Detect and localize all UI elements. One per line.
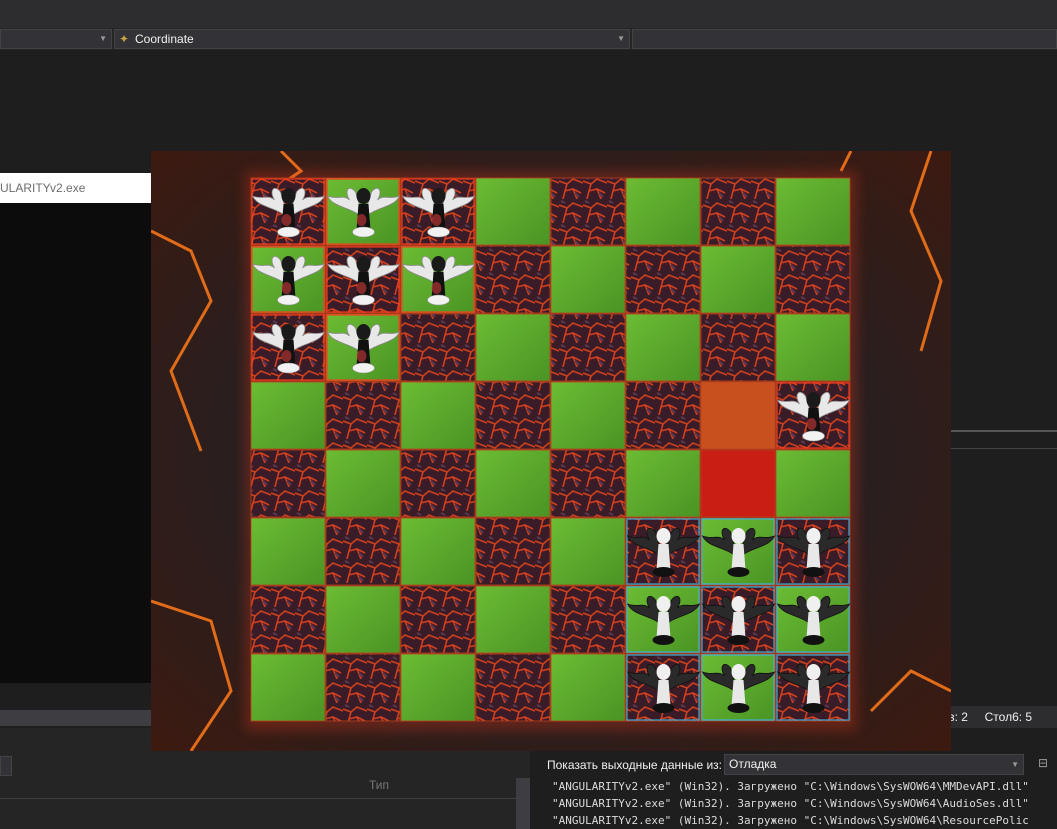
board-square[interactable] — [550, 245, 626, 314]
board-square[interactable] — [700, 177, 776, 246]
board-square[interactable] — [400, 653, 476, 722]
board-square[interactable] — [775, 449, 851, 518]
board-square[interactable] — [250, 381, 326, 450]
chevron-down-icon: ▼ — [1011, 760, 1019, 769]
board-square[interactable] — [625, 177, 701, 246]
board-square[interactable] — [400, 517, 476, 586]
board-square[interactable] — [775, 313, 851, 382]
board-square[interactable] — [250, 585, 326, 654]
board-square[interactable] — [700, 313, 776, 382]
board-square[interactable] — [250, 653, 326, 722]
board-square[interactable] — [400, 449, 476, 518]
board-square[interactable] — [475, 449, 551, 518]
board-square[interactable] — [775, 177, 851, 246]
console-window — [0, 203, 151, 683]
chevron-down-icon: ▼ — [617, 34, 625, 43]
board-square[interactable] — [700, 381, 776, 450]
board-square[interactable] — [625, 313, 701, 382]
list-header — [0, 776, 516, 799]
extra-dropdown[interactable] — [632, 29, 1057, 49]
board-square[interactable] — [325, 653, 401, 722]
board-square[interactable] — [625, 449, 701, 518]
board-square[interactable] — [325, 585, 401, 654]
board-square[interactable] — [250, 449, 326, 518]
console-window-title[interactable]: ULARITYv2.exe — [0, 173, 151, 203]
board-square[interactable] — [700, 245, 776, 314]
board-square[interactable] — [550, 313, 626, 382]
board-square[interactable] — [700, 449, 776, 518]
ide-title-bar — [0, 0, 1057, 29]
member-dropdown-label: Coordinate — [135, 32, 194, 46]
board-square[interactable] — [475, 653, 551, 722]
board-square[interactable] — [475, 313, 551, 382]
board-square[interactable] — [325, 381, 401, 450]
board-square[interactable] — [550, 449, 626, 518]
output-source-label: Показать выходные данные из: — [547, 758, 722, 772]
board-square[interactable] — [775, 245, 851, 314]
output-line: "ANGULARITYv2.exe" (Win32). Загружено "C… — [552, 797, 1029, 810]
class-icon: ✦ — [119, 32, 130, 46]
panel-divider — [950, 448, 1057, 449]
board-square[interactable] — [400, 381, 476, 450]
board-square[interactable] — [475, 517, 551, 586]
chevron-down-icon: ▼ — [99, 34, 107, 43]
board-square[interactable] — [325, 449, 401, 518]
column-type-header[interactable]: Тип — [369, 778, 389, 792]
board-square[interactable] — [550, 381, 626, 450]
panel-divider — [950, 430, 1057, 432]
status-bar: мв: 2 Стол6: 5 — [940, 706, 1057, 728]
scope-dropdown[interactable]: ▼ — [0, 29, 112, 49]
board-square[interactable] — [550, 177, 626, 246]
game-window[interactable] — [151, 151, 951, 751]
output-line: "ANGULARITYv2.exe" (Win32). Загружено "C… — [552, 780, 1029, 793]
board-square[interactable] — [400, 585, 476, 654]
board-square[interactable] — [250, 517, 326, 586]
board-square[interactable] — [550, 653, 626, 722]
clear-output-icon[interactable]: ⊟ — [1038, 756, 1054, 772]
board-square[interactable] — [475, 381, 551, 450]
board-square[interactable] — [475, 177, 551, 246]
board-square[interactable] — [625, 381, 701, 450]
output-line: "ANGULARITYv2.exe" (Win32). Загружено "C… — [552, 814, 1029, 827]
board-square[interactable] — [400, 313, 476, 382]
filter-dropdown[interactable] — [0, 756, 12, 776]
board-square[interactable] — [625, 245, 701, 314]
output-source-select[interactable]: Отладка ▼ — [724, 754, 1024, 775]
output-source-value: Отладка — [729, 757, 777, 771]
game-canvas — [151, 151, 951, 751]
console-window-title-text: ULARITYv2.exe — [0, 181, 86, 195]
board-square[interactable] — [550, 585, 626, 654]
status-text-2: Стол6: 5 — [984, 710, 1033, 724]
member-dropdown[interactable]: ✦ Coordinate ▼ — [114, 29, 630, 49]
vertical-scrollbar[interactable] — [516, 778, 530, 829]
board-square[interactable] — [550, 517, 626, 586]
board-square[interactable] — [475, 245, 551, 314]
board-square[interactable] — [475, 585, 551, 654]
board-square[interactable] — [325, 517, 401, 586]
